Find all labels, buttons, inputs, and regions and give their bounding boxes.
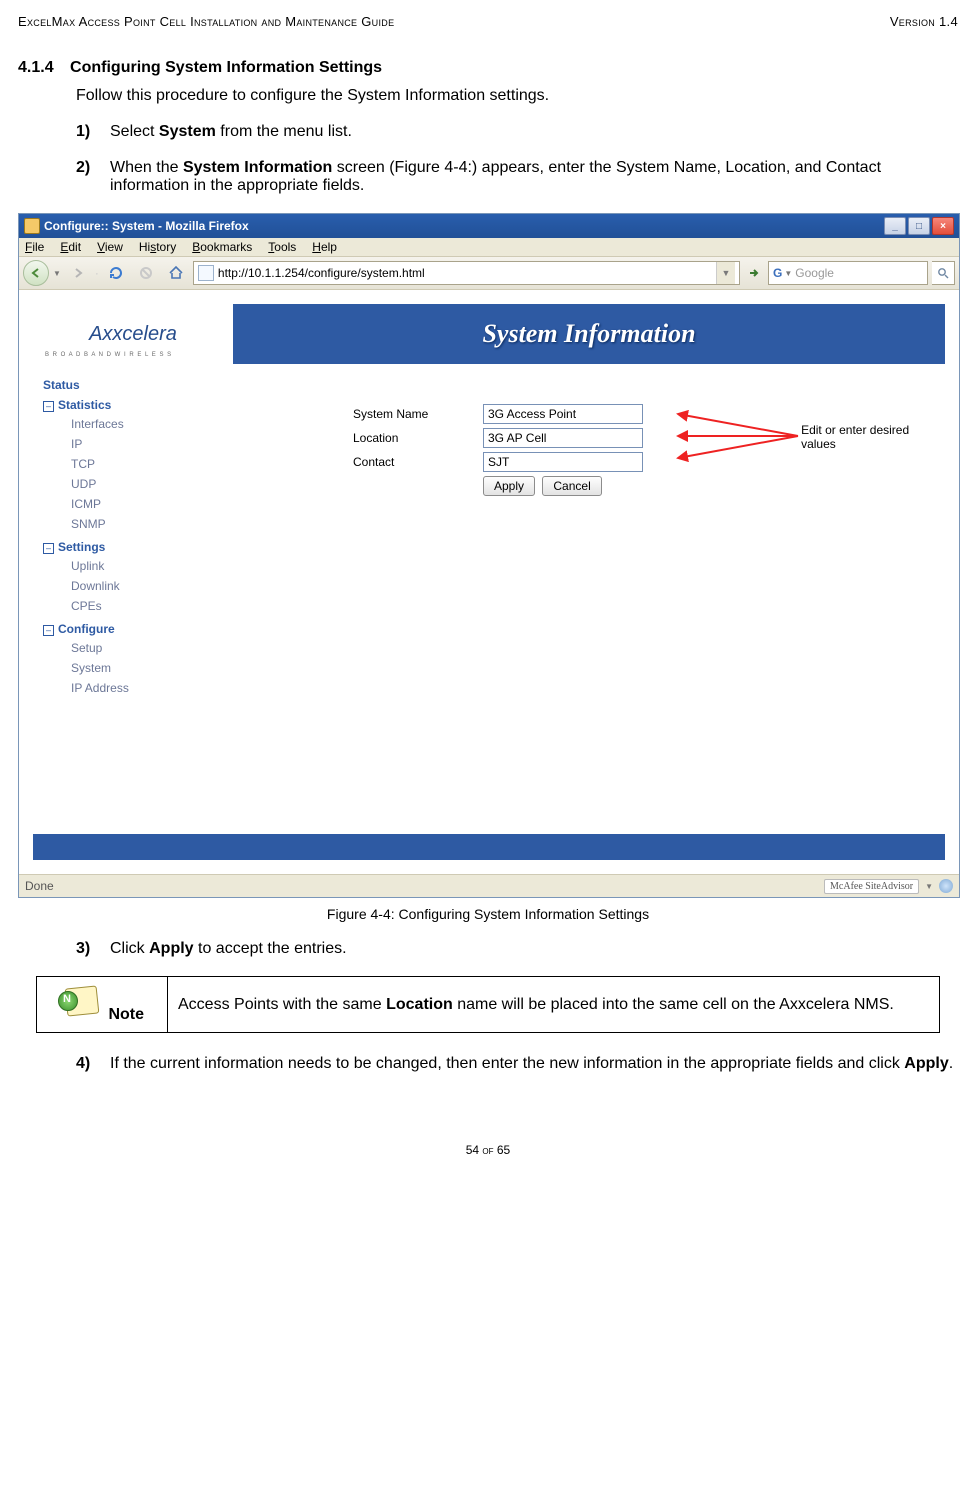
- sidebar-item-setup[interactable]: Setup: [71, 638, 243, 658]
- sidebar-item-interfaces[interactable]: Interfaces: [71, 414, 243, 434]
- section-intro: Follow this procedure to configure the S…: [76, 87, 958, 105]
- mcafee-badge[interactable]: McAfee SiteAdvisor: [824, 879, 919, 894]
- address-dropdown-icon[interactable]: ▼: [716, 262, 735, 284]
- page-footer-bar: [33, 834, 945, 860]
- status-text: Done: [25, 879, 54, 893]
- sidebar-item-udp[interactable]: UDP: [71, 474, 243, 494]
- step-text: Click Apply to accept the entries.: [110, 940, 347, 958]
- page-titlebar: Axxcelera B R O A D B A N D W I R E L E …: [33, 304, 945, 364]
- sidebar-item-uplink[interactable]: Uplink: [71, 556, 243, 576]
- sidebar-group-configure[interactable]: –Configure: [43, 622, 243, 636]
- home-button[interactable]: [163, 261, 189, 285]
- stop-button[interactable]: [133, 261, 159, 285]
- menu-edit[interactable]: Edit: [60, 240, 81, 254]
- sidebar-item-snmp[interactable]: SNMP: [71, 514, 243, 534]
- annotation-arrows-icon: [673, 410, 801, 464]
- sidebar-status[interactable]: Status: [43, 378, 243, 392]
- page-icon: [198, 265, 214, 281]
- sidebar-item-tcp[interactable]: TCP: [71, 454, 243, 474]
- step-number: 1): [76, 123, 110, 141]
- browser-viewport: Axxcelera B R O A D B A N D W I R E L E …: [19, 290, 959, 874]
- header-right: Version 1.4: [890, 14, 958, 29]
- note-box: Note Access Points with the same Locatio…: [36, 976, 940, 1033]
- reload-button[interactable]: [103, 261, 129, 285]
- sidebar-item-ip[interactable]: IP: [71, 434, 243, 454]
- form-area: System Name Location Contact Apply Cance…: [253, 364, 945, 834]
- search-go-icon[interactable]: [932, 261, 955, 285]
- browser-search-field[interactable]: G ▼ Google: [768, 261, 928, 285]
- left-nav: Status –Statistics Interfaces IP TCP UDP…: [33, 364, 253, 834]
- sidebar-group-settings[interactable]: –Settings: [43, 540, 243, 554]
- close-button[interactable]: ×: [932, 217, 954, 235]
- step-3: 3) Click Apply to accept the entries.: [76, 940, 958, 958]
- section-heading: 4.1.4 Configuring System Information Set…: [18, 59, 958, 77]
- mcafee-dropdown-icon[interactable]: ▼: [925, 882, 933, 891]
- menu-file[interactable]: File: [25, 240, 44, 254]
- zone-icon: [939, 879, 953, 893]
- note-label: Note: [108, 1006, 144, 1023]
- annotation-text: Edit or enter desired values: [801, 423, 945, 451]
- label-system-name: System Name: [353, 407, 483, 421]
- step-number: 3): [76, 940, 110, 958]
- menu-history[interactable]: History: [139, 240, 176, 254]
- step-number: 2): [76, 159, 110, 195]
- note-text: Access Points with the same Location nam…: [168, 977, 940, 1033]
- nav-forward-button[interactable]: [65, 261, 91, 285]
- axxcelera-logo: Axxcelera B R O A D B A N D W I R E L E …: [33, 304, 233, 364]
- firefox-icon: [24, 218, 40, 234]
- step-text: Select System from the menu list.: [110, 123, 352, 141]
- label-location: Location: [353, 431, 483, 445]
- step-number: 4): [76, 1055, 110, 1073]
- figure-caption: Figure 4-4: Configuring System Informati…: [18, 906, 958, 922]
- logo-subtext: B R O A D B A N D W I R E L E S S: [45, 352, 172, 358]
- input-system-name[interactable]: [483, 404, 643, 424]
- window-title: Configure:: System - Mozilla Firefox: [44, 219, 249, 233]
- browser-toolbar: ▼ · http://10.1.1.254/configure/system.h…: [19, 257, 959, 290]
- maximize-button[interactable]: □: [908, 217, 930, 235]
- window-titlebar: Configure:: System - Mozilla Firefox _ □…: [19, 214, 959, 238]
- address-bar[interactable]: http://10.1.1.254/configure/system.html …: [193, 261, 740, 285]
- step-text: When the System Information screen (Figu…: [110, 159, 958, 195]
- sidebar-item-system[interactable]: System: [71, 658, 243, 678]
- step-text: If the current information needs to be c…: [110, 1055, 953, 1073]
- input-location[interactable]: [483, 428, 643, 448]
- menu-view[interactable]: View: [97, 240, 123, 254]
- header-left: ExcelMax Access Point Cell Installation …: [18, 14, 394, 29]
- section-number: 4.1.4: [18, 59, 54, 76]
- menu-help[interactable]: Help: [312, 240, 337, 254]
- sidebar-item-downlink[interactable]: Downlink: [71, 576, 243, 596]
- page-footer: 54 of 65: [18, 1143, 958, 1157]
- address-text: http://10.1.1.254/configure/system.html: [218, 266, 716, 280]
- input-contact[interactable]: [483, 452, 643, 472]
- go-button[interactable]: [744, 262, 764, 284]
- screenshot-frame: Configure:: System - Mozilla Firefox _ □…: [18, 213, 960, 898]
- menu-tools[interactable]: Tools: [268, 240, 296, 254]
- note-icon: [60, 985, 100, 1019]
- browser-statusbar: Done McAfee SiteAdvisor ▼: [19, 874, 959, 897]
- annotation-callout: Edit or enter desired values: [673, 410, 945, 464]
- sidebar-group-statistics[interactable]: –Statistics: [43, 398, 243, 412]
- nav-dropdown-icon[interactable]: ▼: [53, 269, 61, 278]
- minimize-button[interactable]: _: [884, 217, 906, 235]
- nav-back-button[interactable]: [23, 260, 49, 286]
- page-title: System Information: [233, 319, 945, 349]
- browser-menubar: File Edit View History Bookmarks Tools H…: [19, 238, 959, 257]
- step-4: 4) If the current information needs to b…: [76, 1055, 958, 1073]
- menu-bookmarks[interactable]: Bookmarks: [192, 240, 252, 254]
- sidebar-item-ipaddress[interactable]: IP Address: [71, 678, 243, 698]
- steps-1-2: 1) Select System from the menu list. 2) …: [76, 123, 958, 195]
- google-icon: G: [773, 266, 782, 280]
- running-header: ExcelMax Access Point Cell Installation …: [18, 14, 958, 29]
- logo-text: Axxcelera: [89, 323, 177, 346]
- sidebar-item-icmp[interactable]: ICMP: [71, 494, 243, 514]
- sidebar-item-cpes[interactable]: CPEs: [71, 596, 243, 616]
- cancel-button[interactable]: Cancel: [542, 476, 601, 496]
- apply-button[interactable]: Apply: [483, 476, 535, 496]
- label-contact: Contact: [353, 455, 483, 469]
- search-placeholder: Google: [795, 266, 834, 280]
- section-title-text: Configuring System Information Settings: [70, 59, 382, 76]
